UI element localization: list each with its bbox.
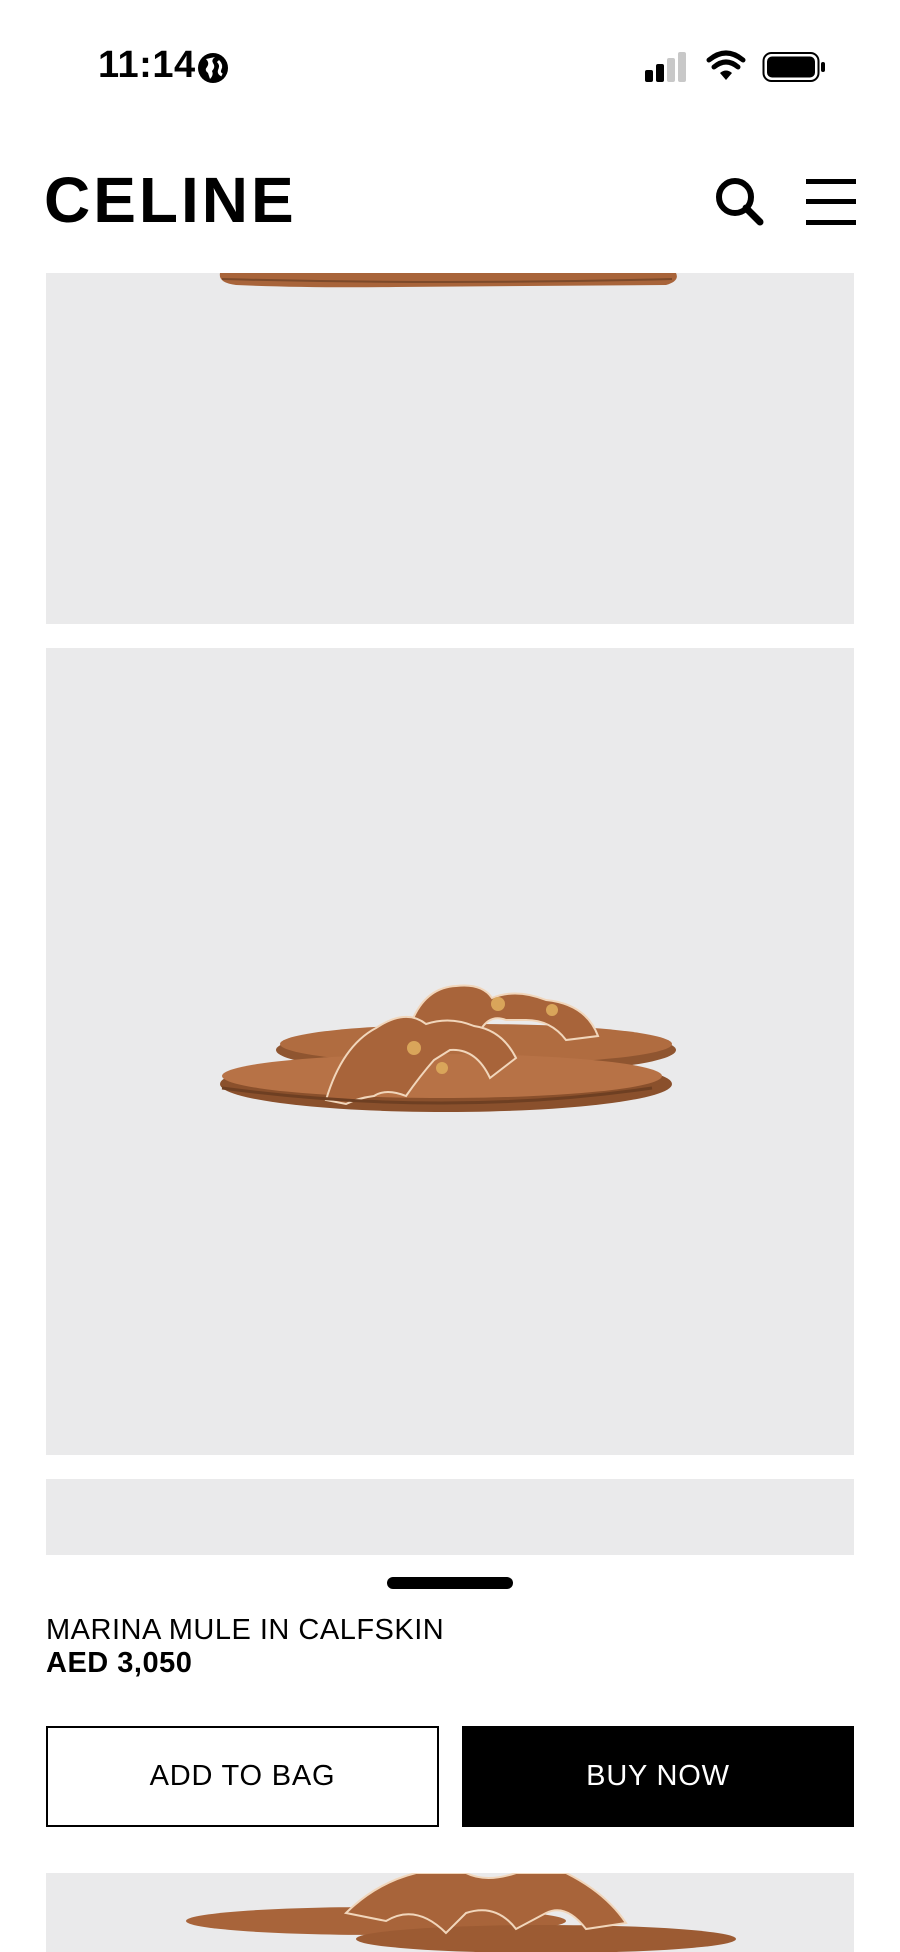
product-name: MARINA MULE IN CALFSKIN bbox=[46, 1614, 445, 1646]
hamburger-menu-icon[interactable] bbox=[806, 176, 856, 228]
celine-logo[interactable]: CELINE bbox=[44, 168, 297, 232]
buy-now-button[interactable]: BUY NOW bbox=[462, 1726, 854, 1827]
product-image-placeholder[interactable] bbox=[46, 1479, 854, 1555]
sandal-pair-illustration bbox=[220, 984, 676, 1112]
product-price: AED 3,050 bbox=[46, 1647, 193, 1679]
product-image-pair-angle[interactable] bbox=[46, 648, 854, 1455]
globe-icon bbox=[198, 53, 228, 83]
wifi-icon bbox=[706, 50, 746, 80]
product-image-side-view[interactable] bbox=[46, 273, 854, 624]
sandal-pair-front-illustration bbox=[186, 1873, 736, 1952]
search-icon[interactable] bbox=[712, 174, 766, 228]
status-time: 11:14 bbox=[98, 44, 196, 86]
sheet-drag-handle[interactable] bbox=[387, 1577, 513, 1589]
product-image-pair-front[interactable] bbox=[46, 1873, 854, 1952]
sandal-side-illustration bbox=[219, 273, 677, 288]
battery-icon bbox=[762, 52, 825, 82]
add-to-bag-button[interactable]: ADD TO BAG bbox=[46, 1726, 439, 1827]
signal-icon bbox=[645, 52, 686, 82]
